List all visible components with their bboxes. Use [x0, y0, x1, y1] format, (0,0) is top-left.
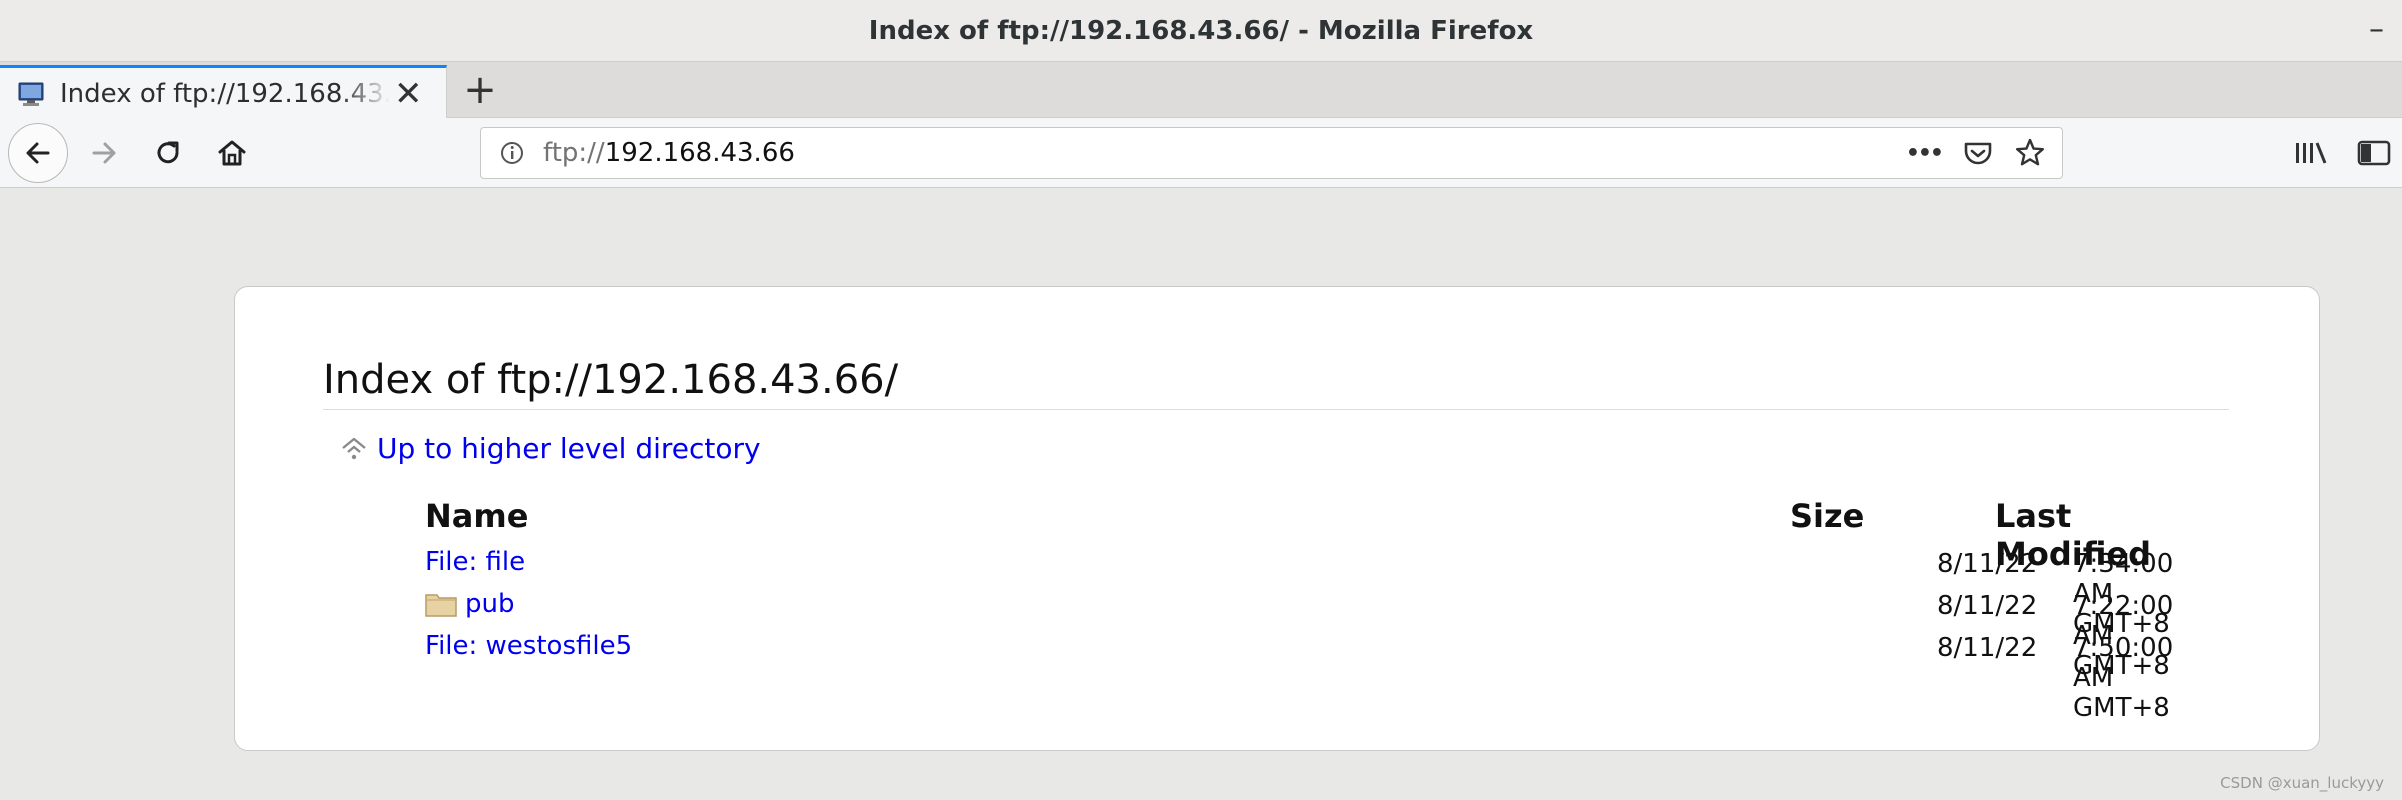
up-directory-link[interactable]: Up to higher level directory — [339, 432, 761, 465]
row-name: File: file — [425, 547, 526, 577]
pocket-icon[interactable] — [1962, 137, 1994, 169]
library-button[interactable] — [2283, 125, 2339, 181]
sidebar-button[interactable] — [2346, 125, 2402, 181]
table-row: File: file 8/11/22 7:34:00 AM GMT+8 — [425, 545, 2173, 639]
row-name: File: westosfile5 — [425, 631, 633, 661]
table-row: File: westosfile5 8/11/22 7:50:00 AM GMT… — [425, 629, 2173, 723]
monitor-favicon-icon — [18, 82, 44, 106]
row-date: 8/11/22 — [1937, 591, 2038, 621]
tab-strip: Index of ftp://192.168.43.66/ ✕ + — [0, 62, 2402, 119]
row-time: 7:50:00 AM GMT+8 — [2073, 633, 2174, 723]
page-content: Index of ftp://192.168.43.66/ Up to high… — [0, 189, 2402, 800]
url-host: 192.168.43.66 — [604, 138, 795, 168]
minimize-button[interactable]: – — [2369, 12, 2384, 47]
directory-listing-card: Index of ftp://192.168.43.66/ Up to high… — [234, 286, 2320, 751]
table-row: pub 8/11/22 7:22:00 AM GMT+8 — [425, 587, 2173, 681]
arrow-right-icon — [92, 142, 116, 164]
url-scheme: ftp:// — [543, 138, 605, 168]
row-date: 8/11/22 — [1937, 633, 2038, 663]
sidebar-icon — [2357, 140, 2391, 166]
reload-icon — [157, 141, 179, 164]
tab-close-button[interactable]: ✕ — [394, 77, 423, 111]
address-bar[interactable]: ftp://192.168.43.66 ••• — [480, 127, 2063, 179]
column-header-name[interactable]: Name — [425, 497, 528, 535]
row-date: 8/11/22 — [1937, 549, 2038, 579]
up-arrow-icon — [342, 437, 366, 459]
home-button[interactable] — [204, 125, 260, 181]
window-titlebar: Index of ftp://192.168.43.66/ - Mozilla … — [0, 0, 2402, 62]
new-tab-button[interactable]: + — [455, 62, 505, 118]
home-icon — [218, 140, 246, 166]
page-actions-menu-button[interactable]: ••• — [1906, 141, 1944, 166]
file-link[interactable]: File: westosfile5 — [425, 631, 632, 661]
folder-icon — [425, 594, 457, 617]
page-heading: Index of ftp://192.168.43.66/ — [323, 357, 2229, 410]
navigation-toolbar: ftp://192.168.43.66 ••• — [0, 118, 2402, 188]
tab-label: Index of ftp://192.168.43.66/ — [60, 78, 390, 109]
column-header-size[interactable]: Size — [1790, 497, 1864, 535]
up-directory-label[interactable]: Up to higher level directory — [377, 432, 761, 465]
reload-button[interactable] — [140, 125, 196, 181]
file-link[interactable]: File: file — [425, 547, 525, 577]
folder-link[interactable]: pub — [425, 589, 515, 619]
page-actions: ••• — [1906, 128, 2046, 178]
watermark: CSDN @xuan_luckyyy — [2220, 774, 2384, 792]
window-title: Index of ftp://192.168.43.66/ - Mozilla … — [868, 15, 1534, 46]
library-icon — [2296, 142, 2327, 164]
back-button[interactable] — [8, 123, 68, 183]
tab-active[interactable]: Index of ftp://192.168.43.66/ ✕ — [0, 65, 447, 119]
arrow-left-icon — [26, 142, 50, 164]
row-name: pub — [465, 589, 515, 619]
forward-button[interactable] — [76, 125, 132, 181]
table-header: Name Size Last Modified — [425, 493, 2151, 573]
bookmark-star-icon[interactable] — [2014, 137, 2046, 169]
directory-table: Name Size Last Modified File: file 8/11/… — [425, 493, 2173, 723]
info-icon[interactable] — [499, 140, 525, 166]
